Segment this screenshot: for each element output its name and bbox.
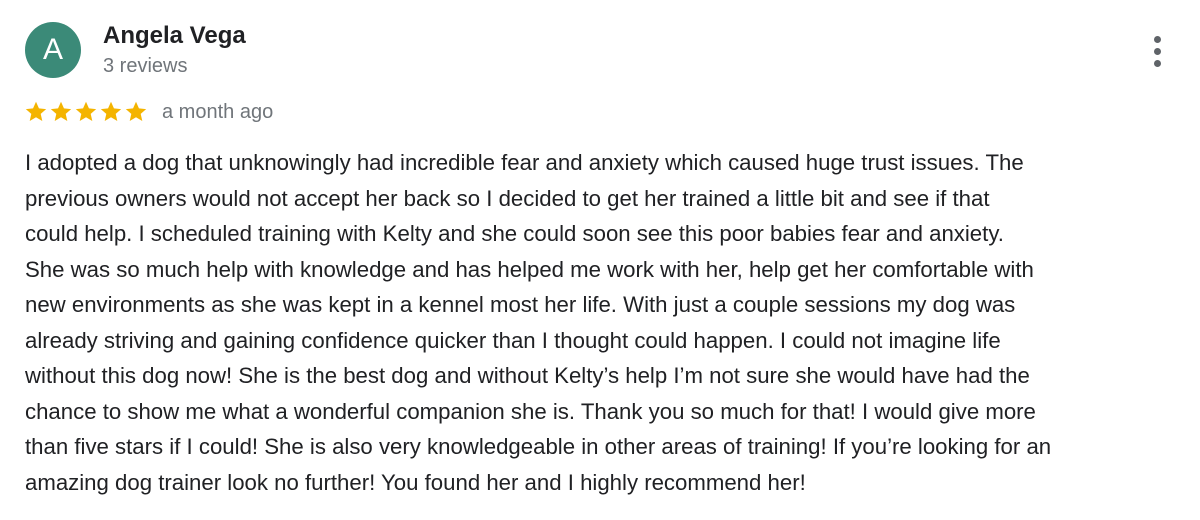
review-text-line: chance to show me what a wonderful compa… — [25, 398, 1036, 424]
menu-dot — [1154, 60, 1161, 67]
star-icon — [25, 101, 47, 121]
review-text: I adopted a dog that unknowingly had inc… — [25, 145, 1190, 500]
avatar[interactable]: A — [25, 22, 81, 78]
review-text-line: than five stars if I could! She is also … — [25, 434, 1052, 459]
review-card: A Angela Vega 3 reviews a month ago I ad… — [0, 0, 1200, 520]
review-text-line: previous owners would not accept her bac… — [25, 185, 990, 211]
review-text-line: without this dog now! She is the best do… — [25, 363, 1030, 388]
review-text-line: amazing dog trainer look no further! You… — [25, 469, 806, 495]
review-date: a month ago — [162, 101, 274, 123]
review-text-line: She was so much help with knowledge and … — [25, 256, 1034, 282]
review-text-line: I adopted a dog that unknowingly had inc… — [25, 150, 1024, 175]
more-options-button[interactable] — [1140, 32, 1176, 72]
review-text-line: could help. I scheduled training with Ke… — [25, 221, 1004, 246]
reviewer-name[interactable]: Angela Vega — [103, 20, 246, 52]
review-text-line: new environments as she was kept in a ke… — [25, 292, 1016, 317]
star-icon — [75, 101, 97, 121]
star-rating — [24, 100, 148, 124]
menu-dot — [1154, 36, 1161, 43]
menu-dot — [1154, 48, 1161, 55]
star-icon — [50, 101, 72, 121]
review-text-line: already striving and gaining confidence … — [25, 327, 1001, 353]
rating-row: a month ago — [24, 98, 273, 126]
review-count[interactable]: 3 reviews — [103, 53, 187, 79]
avatar-initial: A — [42, 33, 63, 66]
star-icon — [100, 101, 122, 121]
star-icon — [125, 101, 147, 121]
